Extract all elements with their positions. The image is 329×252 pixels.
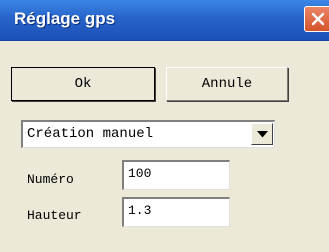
- hauteur-label: Hauteur: [27, 208, 82, 223]
- hauteur-field[interactable]: 1.3: [122, 197, 230, 227]
- window-title: Réglage gps: [14, 9, 116, 28]
- ok-button[interactable]: Ok: [11, 67, 155, 101]
- chevron-down-icon: [257, 131, 268, 138]
- close-button[interactable]: [304, 6, 329, 32]
- gps-settings-dialog: Réglage gps Ok Annule Création manuel Nu…: [0, 0, 329, 252]
- annule-button[interactable]: Annule: [166, 67, 288, 101]
- dialog-body: Ok Annule Création manuel Numéro 100 Hau…: [0, 41, 329, 252]
- numero-label: Numéro: [27, 172, 74, 187]
- close-icon: [311, 12, 325, 26]
- title-bar[interactable]: Réglage gps: [0, 0, 329, 41]
- mode-select-dropdown-button[interactable]: [251, 123, 273, 145]
- mode-select-value: Création manuel: [27, 126, 154, 142]
- numero-field[interactable]: 100: [122, 160, 230, 190]
- mode-select[interactable]: Création manuel: [21, 120, 275, 148]
